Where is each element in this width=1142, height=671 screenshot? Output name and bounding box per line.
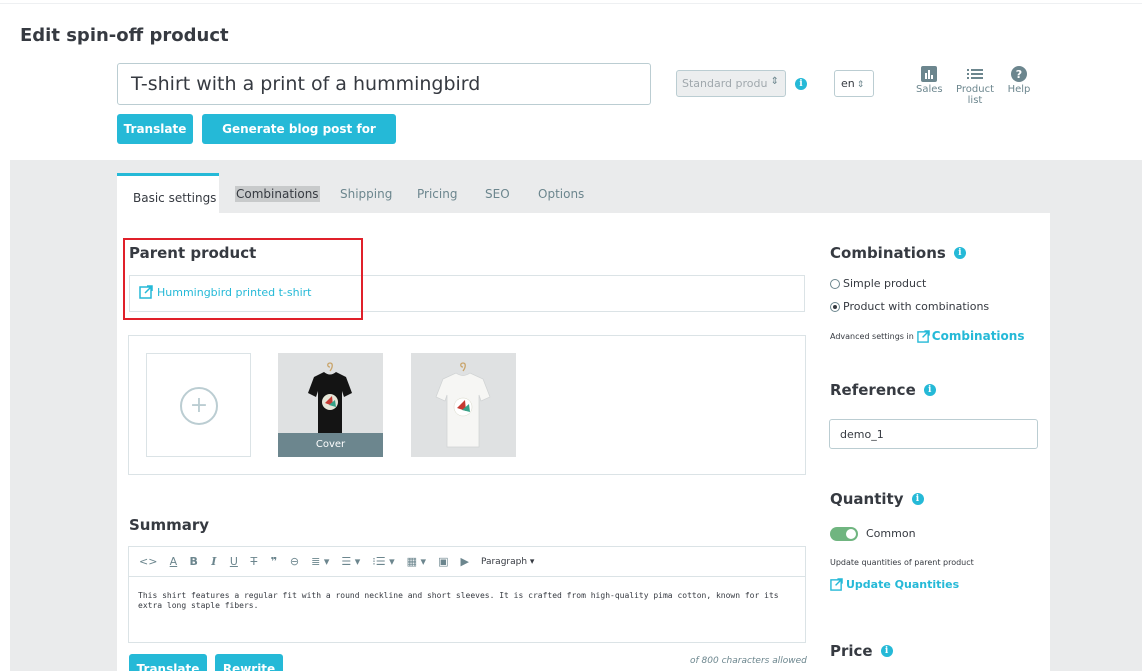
language-select[interactable]: en ⇕ [834, 70, 874, 97]
quantity-heading: Quantity i [830, 490, 924, 508]
generate-blog-post-button[interactable]: Generate blog post for product [202, 114, 396, 166]
reference-input[interactable]: demo_1 [829, 419, 1038, 449]
image-icon[interactable]: ▣ [438, 555, 448, 568]
summary-editor: <> A B I U T ❞ ⊖ ≣ ▾ ☰ ▾ ⁝☰ ▾ ▦ ▾ ▣ ▶ Pa… [128, 546, 806, 643]
tab-combinations[interactable]: Combinations [235, 173, 320, 213]
reference-heading-label: Reference [830, 381, 916, 399]
product-image-cover[interactable]: Cover [278, 353, 383, 457]
product-type-value: Standard produ [682, 77, 768, 90]
combinations-info-icon[interactable]: i [953, 247, 966, 259]
combinations-heading: Combinations i [830, 244, 966, 262]
source-code-icon[interactable]: <> [139, 555, 157, 568]
radio-simple-product[interactable]: Simple product [830, 277, 926, 290]
product-type-select[interactable]: Standard produ ⇕ [676, 70, 786, 97]
product-name-input[interactable]: T-shirt with a print of a hummingbird [117, 63, 651, 105]
white-tshirt-image [435, 362, 491, 448]
tab-shipping[interactable]: Shipping [340, 173, 392, 213]
help-button[interactable]: ? Help [1004, 66, 1034, 95]
advanced-combinations-link-label: Combinations [931, 329, 1025, 343]
summary-translate-button[interactable]: Translate [129, 654, 207, 671]
product-image-2[interactable] [411, 353, 516, 457]
link-icon[interactable]: ⊖ [290, 555, 299, 568]
character-count: of 800 characters allowed [690, 656, 807, 666]
summary-text[interactable]: This shirt features a regular fit with a… [138, 591, 798, 611]
numbered-list-icon[interactable]: ⁝☰ ▾ [372, 555, 394, 568]
radio-product-with-combinations[interactable]: Product with combinations [830, 300, 989, 313]
update-quantities-link[interactable]: Update Quantities [830, 578, 959, 591]
add-image-tile[interactable]: + [146, 353, 251, 457]
editor-toolbar: <> A B I U T ❞ ⊖ ≣ ▾ ☰ ▾ ⁝☰ ▾ ▦ ▾ ▣ ▶ Pa… [129, 547, 805, 577]
paragraph-select-value: Paragraph [480, 556, 528, 567]
reference-heading: Reference i [830, 381, 936, 399]
top-divider [0, 0, 1142, 4]
sales-chart-icon [921, 66, 937, 82]
select-arrows-icon: ⇕ [770, 76, 779, 87]
update-quantities-note: Update quantities of parent product [830, 558, 974, 567]
reference-info-icon[interactable]: i [923, 384, 936, 396]
advanced-combinations-link[interactable]: Combinations [917, 329, 1025, 343]
add-plus-icon: + [180, 387, 218, 425]
summary-heading: Summary [129, 516, 210, 534]
advanced-settings-prefix: Advanced settings in [830, 331, 914, 341]
summary-rewrite-button[interactable]: Rewrite [215, 654, 283, 671]
sales-label: Sales [916, 84, 943, 95]
product-list-button[interactable]: Product list [950, 66, 1000, 106]
tab-seo[interactable]: SEO [485, 173, 510, 213]
external-link-icon [917, 329, 930, 343]
radio-product-with-combinations-circle[interactable] [830, 301, 840, 312]
tab-options[interactable]: Options [538, 173, 584, 213]
bold-icon[interactable]: B [189, 555, 197, 568]
media-icon[interactable]: ▶ [460, 555, 468, 568]
help-label: Help [1007, 84, 1031, 95]
price-info-icon[interactable]: i [880, 645, 893, 657]
price-heading: Price i [830, 642, 893, 660]
page: Edit spin-off product T-shirt with a pri… [0, 0, 1142, 671]
cover-label: Cover [278, 433, 383, 457]
strikethrough-icon[interactable]: T [250, 555, 258, 568]
tab-basic-settings[interactable]: Basic settings [117, 173, 219, 213]
price-heading-label: Price [830, 642, 873, 660]
language-value: en [841, 77, 855, 90]
underline-icon[interactable]: U [230, 555, 238, 568]
radio-simple-product-circle[interactable] [830, 278, 840, 289]
bullet-list-icon[interactable]: ☰ ▾ [341, 555, 360, 568]
quantity-info-icon[interactable]: i [911, 493, 924, 505]
tab-combinations-label: Combinations [235, 186, 320, 202]
sales-button[interactable]: Sales [916, 66, 943, 95]
quantity-heading-label: Quantity [830, 490, 904, 508]
page-title: Edit spin-off product [20, 25, 229, 46]
translate-button[interactable]: Translate [117, 114, 193, 144]
product-type-info-icon[interactable]: i [795, 78, 807, 90]
table-icon[interactable]: ▦ ▾ [407, 555, 426, 568]
combinations-heading-label: Combinations [830, 244, 946, 262]
radio-simple-product-label: Simple product [843, 277, 927, 290]
help-icon: ? [1011, 66, 1027, 82]
text-color-icon[interactable]: A [169, 555, 178, 568]
external-link-icon [830, 578, 843, 591]
product-list-label: Product list [956, 84, 994, 106]
common-quantity-label: Common [866, 527, 916, 540]
list-icon [967, 69, 983, 79]
update-quantities-link-label: Update Quantities [846, 578, 960, 591]
align-icon[interactable]: ≣ ▾ [311, 555, 329, 568]
paragraph-select[interactable]: Paragraph ▾ [481, 557, 535, 567]
italic-icon[interactable]: I [210, 555, 218, 568]
svg-text:?: ? [1016, 68, 1022, 81]
highlight-frame [123, 238, 363, 320]
advanced-settings-note: Advanced settings in Combinations [830, 329, 1024, 343]
radio-product-with-combinations-label: Product with combinations [843, 300, 990, 313]
select-arrows-icon: ⇕ [856, 80, 865, 90]
blockquote-icon[interactable]: ❞ [270, 555, 278, 568]
tab-pricing[interactable]: Pricing [417, 173, 457, 213]
common-quantity-toggle[interactable] [830, 527, 858, 541]
